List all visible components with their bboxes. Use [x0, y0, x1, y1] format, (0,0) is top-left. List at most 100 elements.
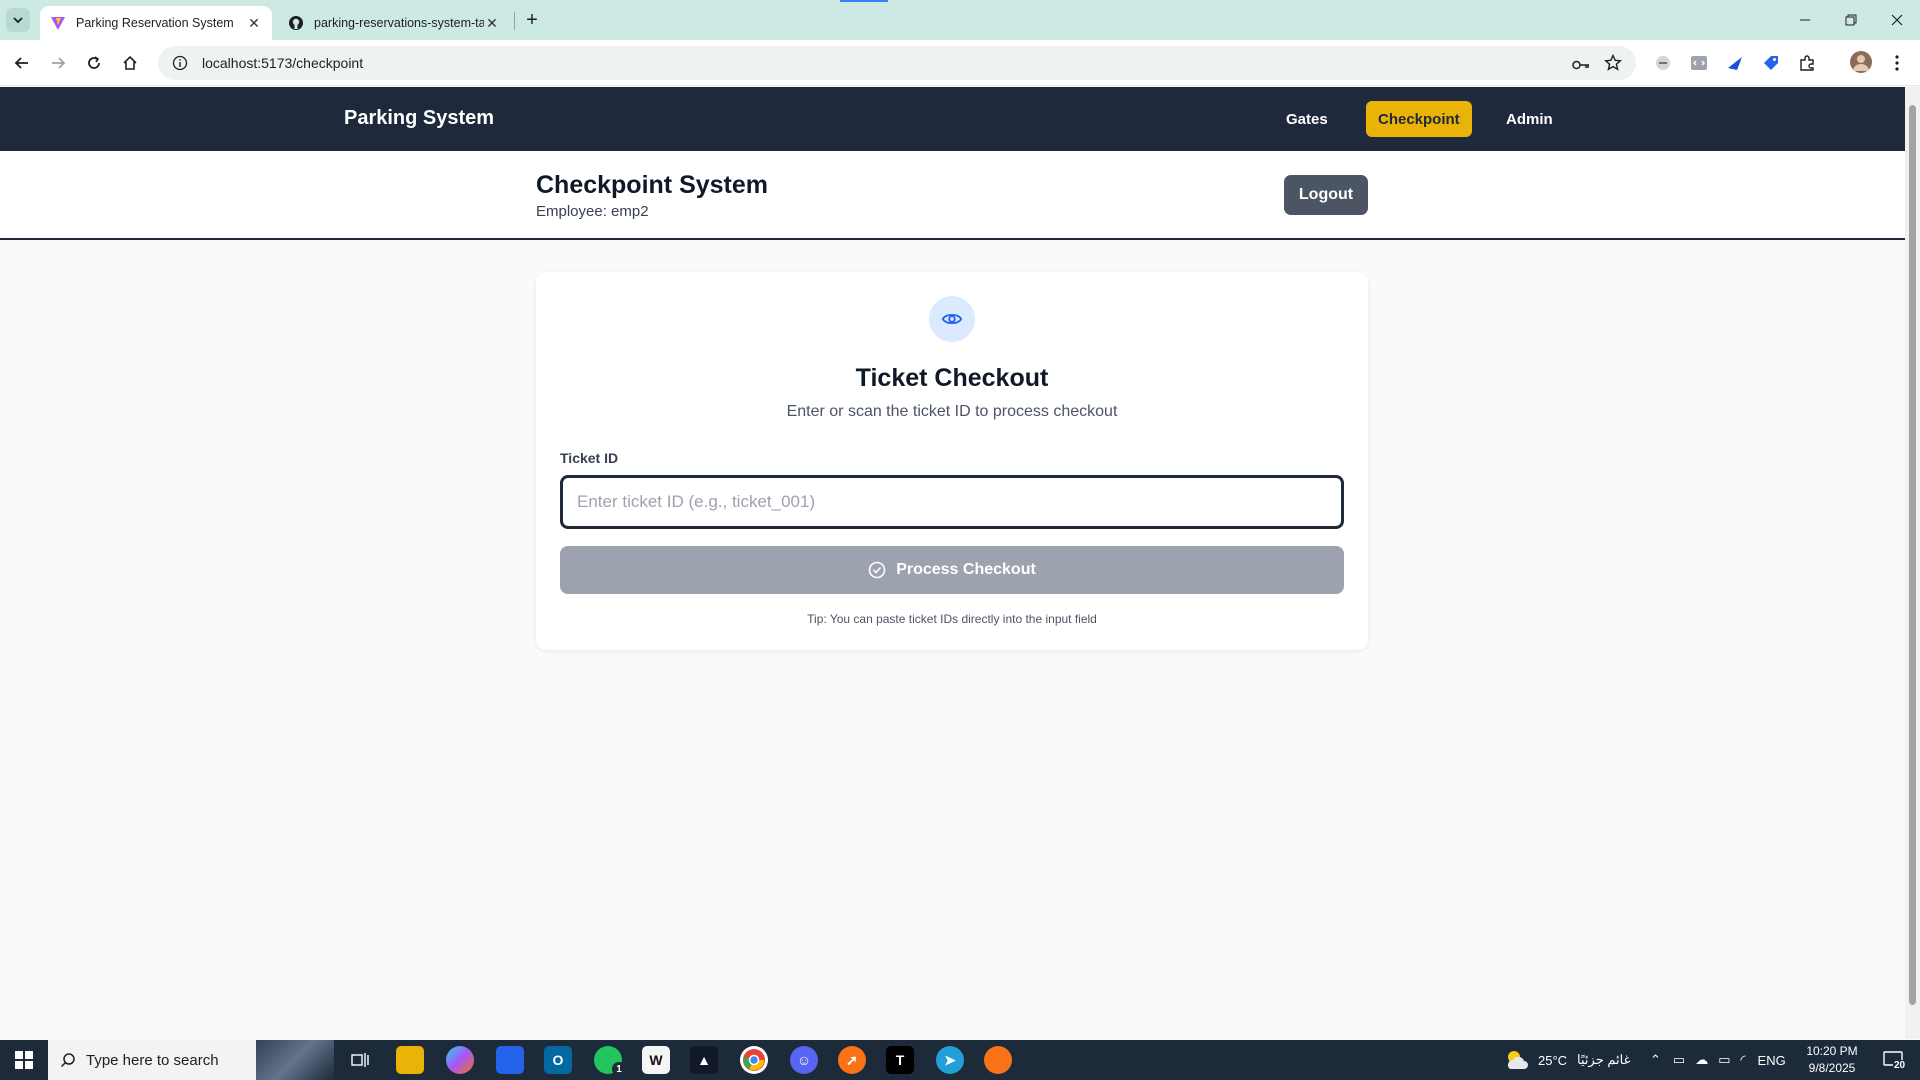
weather-widget[interactable]: 25°C غائم جزئيًا — [1504, 1040, 1630, 1080]
site-info-icon[interactable] — [172, 55, 188, 71]
taskbar-search[interactable]: Type here to search — [48, 1040, 256, 1080]
extension-tag-icon[interactable] — [1760, 52, 1782, 74]
ticket-id-label: Ticket ID — [560, 450, 619, 466]
process-checkout-label: Process Checkout — [896, 561, 1036, 578]
scrollbar-thumb[interactable] — [1909, 105, 1916, 1005]
logout-button[interactable]: Logout — [1284, 175, 1368, 215]
address-bar[interactable]: localhost:5173/checkpoint — [158, 46, 1636, 80]
nav-checkpoint[interactable]: Checkpoint — [1366, 101, 1472, 137]
minimize-button[interactable] — [1782, 0, 1828, 40]
store-icon[interactable] — [496, 1046, 524, 1074]
page-header: Checkpoint System Employee: emp2 Logout — [0, 151, 1905, 240]
minimize-icon — [1800, 19, 1810, 21]
vite-icon — [51, 17, 65, 30]
home-button[interactable] — [116, 49, 144, 77]
taskbar-clock[interactable]: 10:20 PM 9/8/2025 — [1800, 1043, 1864, 1077]
password-key-icon[interactable] — [1570, 54, 1592, 76]
reload-icon — [88, 56, 100, 69]
browser-tab-bar: Parking Reservation System ✕ parking-res… — [0, 0, 1920, 40]
wps-icon[interactable]: W — [642, 1046, 670, 1074]
tab-title: Parking Reservation System — [76, 16, 234, 30]
outlook-icon[interactable]: O — [544, 1046, 572, 1074]
firefox-icon[interactable] — [984, 1046, 1012, 1074]
system-tray: ⌃ ▭ ☁ ▭ ◜ ENG — [1650, 1040, 1786, 1080]
notification-count: 20 — [1893, 1060, 1907, 1071]
restore-button[interactable] — [1828, 0, 1874, 40]
forward-button[interactable] — [44, 49, 72, 77]
battery-icon[interactable]: ▭ — [1718, 1052, 1730, 1068]
start-button[interactable] — [0, 1040, 48, 1080]
copilot-icon[interactable] — [446, 1046, 474, 1074]
windows-taskbar: Type here to search O 1 W ▲ ☺ ➚ T ➤ 25°C… — [0, 1040, 1920, 1080]
telegram-icon[interactable]: ➤ — [936, 1046, 964, 1074]
checkout-icon-badge — [929, 296, 975, 342]
discord-icon[interactable]: ☺ — [790, 1046, 818, 1074]
task-view-icon[interactable] — [346, 1046, 374, 1074]
notifications-icon[interactable]: 20 — [1880, 1048, 1907, 1072]
profile-avatar[interactable] — [1850, 51, 1872, 73]
file-explorer-icon[interactable] — [396, 1046, 424, 1074]
bookmark-star-icon[interactable] — [1602, 52, 1624, 74]
weather-condition: غائم جزئيًا — [1577, 1052, 1631, 1067]
postman-icon[interactable]: ➚ — [838, 1046, 866, 1074]
search-icon — [60, 1053, 75, 1068]
checkout-tip: Tip: You can paste ticket IDs directly i… — [807, 612, 1097, 626]
tab-parking-reservation[interactable]: Parking Reservation System ✕ — [40, 6, 272, 40]
weather-temperature: 25°C — [1538, 1052, 1568, 1068]
taskbar-search-placeholder: Type here to search — [86, 1051, 219, 1069]
close-window-button[interactable] — [1874, 0, 1920, 40]
weather-cloud-icon — [1508, 1051, 1528, 1069]
search-highlight-image — [256, 1040, 334, 1080]
extension-send-icon[interactable] — [1724, 52, 1746, 74]
close-icon — [1891, 14, 1903, 26]
checkout-subtitle: Enter or scan the ticket ID to process c… — [786, 403, 1118, 420]
page-scrollbar[interactable] — [1905, 87, 1920, 1039]
typora-icon[interactable]: T — [886, 1046, 914, 1074]
chevron-down-icon — [13, 17, 23, 24]
clock-date: 9/8/2025 — [1808, 1061, 1856, 1075]
chrome-icon[interactable] — [740, 1046, 768, 1074]
reload-button[interactable] — [80, 49, 108, 77]
tab-title: parking-reservations-system-ta — [314, 16, 484, 30]
process-checkout-button[interactable]: Process Checkout — [560, 546, 1344, 594]
onedrive-cloud-icon[interactable]: ☁ — [1695, 1052, 1708, 1068]
browser-menu-icon[interactable] — [1886, 52, 1908, 74]
app-icon[interactable]: ▲ — [690, 1046, 718, 1074]
clock-time: 10:20 PM — [1806, 1044, 1858, 1058]
eye-icon — [941, 313, 963, 325]
home-icon — [123, 55, 137, 70]
extension-devtools-icon[interactable] — [1688, 52, 1710, 74]
page-title: Checkpoint System — [536, 171, 769, 199]
tab-search-button[interactable] — [6, 8, 30, 32]
employee-label: Employee: emp2 — [536, 203, 649, 220]
back-button[interactable] — [8, 49, 36, 77]
windows-icon — [15, 1051, 33, 1069]
app-brand[interactable]: Parking System — [344, 107, 494, 130]
new-tab-button[interactable]: + — [520, 8, 544, 32]
arrow-left-icon — [14, 57, 28, 69]
url-text: localhost:5173/checkpoint — [202, 55, 364, 71]
meet-now-icon[interactable]: ▭ — [1673, 1052, 1685, 1068]
checkout-card: Ticket Checkout Enter or scan the ticket… — [536, 272, 1368, 650]
chevron-up-icon[interactable]: ⌃ — [1650, 1052, 1661, 1068]
nav-gates[interactable]: Gates — [1274, 101, 1340, 137]
browser-toolbar: localhost:5173/checkpoint — [0, 40, 1920, 86]
tab-strip-indicator — [840, 0, 888, 2]
close-icon[interactable]: ✕ — [484, 15, 500, 31]
github-icon — [289, 16, 303, 30]
extensions-puzzle-icon[interactable] — [1796, 52, 1818, 74]
tab-separator — [514, 12, 515, 30]
check-circle-icon — [868, 561, 886, 579]
checkout-title: Ticket Checkout — [855, 364, 1049, 392]
whatsapp-badge: 1 — [612, 1062, 626, 1076]
wifi-icon[interactable]: ◜ — [1741, 1052, 1746, 1068]
restore-icon — [1845, 14, 1857, 26]
language-indicator[interactable]: ENG — [1758, 1053, 1786, 1068]
whatsapp-icon[interactable]: 1 — [594, 1046, 626, 1076]
nav-admin[interactable]: Admin — [1494, 101, 1565, 137]
close-icon[interactable]: ✕ — [246, 15, 262, 31]
arrow-right-icon — [52, 57, 66, 69]
extension-link-icon[interactable] — [1652, 52, 1674, 74]
tab-github-repo[interactable]: parking-reservations-system-ta ✕ — [278, 6, 510, 40]
ticket-id-input[interactable] — [560, 475, 1344, 529]
